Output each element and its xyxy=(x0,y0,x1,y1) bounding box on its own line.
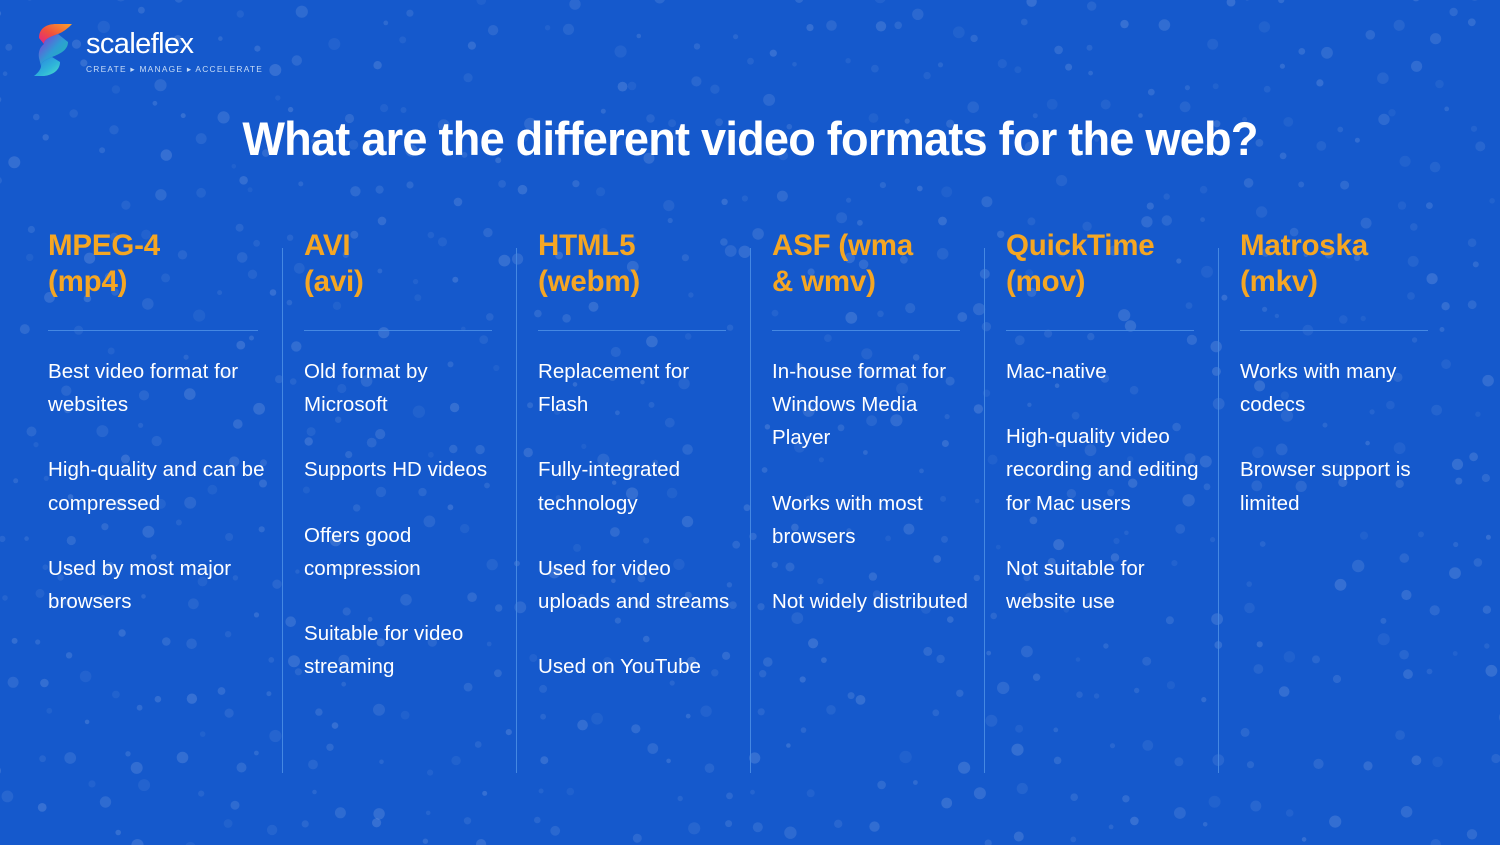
logo-wordmark: scaleflex xyxy=(86,28,194,61)
header-divider xyxy=(304,330,492,331)
format-fact: Offers good compression xyxy=(304,523,421,580)
scaleflex-logo[interactable]: scaleflex CREATE ▸ MANAGE ▸ ACCELERATE xyxy=(32,22,263,78)
format-column: HTML5 (webm) Replacement for Flash Fully-in… xyxy=(516,228,750,774)
format-column: MPEG-4 (mp4) Best video format for website… xyxy=(48,228,282,683)
format-column-header: Matroska (mkv) xyxy=(1240,228,1436,328)
format-extension: (avi) xyxy=(304,264,364,298)
format-column: QuickTime (mov) Mac-native High-quality vid… xyxy=(984,228,1218,774)
format-fact: Fully-integrated technology xyxy=(538,458,681,515)
format-column-header: ASF (wma & wmv) xyxy=(772,228,968,328)
scaleflex-s-mark-icon xyxy=(34,24,72,76)
format-name: MPEG-4 xyxy=(48,229,160,262)
format-fact: Used by most major browsers xyxy=(48,556,232,614)
format-fact-list: Mac-native High-quality video recording a… xyxy=(1006,355,1202,618)
infographic-slide: scaleflex CREATE ▸ MANAGE ▸ ACCELERATE W… xyxy=(0,0,1500,845)
format-name: Matroska xyxy=(1240,229,1368,262)
header-divider xyxy=(48,330,258,331)
format-fact: High-quality video recording and editing… xyxy=(1006,425,1199,515)
header-divider xyxy=(538,330,726,331)
format-fact: Works with many codecs xyxy=(1240,360,1397,417)
format-extension: (webm) xyxy=(538,264,641,298)
logo-tagline: CREATE ▸ MANAGE ▸ ACCELERATE xyxy=(86,64,264,75)
format-fact: Used for video uploads and streams xyxy=(538,556,730,614)
format-column-header: QuickTime (mov) xyxy=(1006,228,1202,328)
format-extension: & wmv) xyxy=(772,264,876,298)
format-fact: Best video format for websites xyxy=(48,360,239,417)
format-fact-list: In-house format for Windows Media Player… xyxy=(772,355,968,618)
format-fact: Browser support is limited xyxy=(1240,458,1411,515)
format-fact-list: Old format by Microsoft Supports HD video… xyxy=(304,355,500,683)
format-column: Matroska (mkv) Works with many codecs Brows… xyxy=(1218,228,1452,774)
format-name: AVI xyxy=(304,229,351,262)
format-extension: (mov) xyxy=(1006,264,1086,298)
format-extension: (mp4) xyxy=(48,264,128,298)
logo-text: scaleflex CREATE ▸ MANAGE ▸ ACCELERATE xyxy=(86,26,264,75)
format-column-header: AVI (avi) xyxy=(304,228,500,328)
format-column: AVI (avi) Old format by Microsoft Supports … xyxy=(282,228,516,774)
format-fact: Old format by Microsoft xyxy=(304,360,428,417)
format-name: QuickTime xyxy=(1006,229,1155,262)
format-name: HTML5 xyxy=(538,229,636,262)
format-fact: Used on YouTube xyxy=(538,655,701,679)
format-column-header: HTML5 (webm) xyxy=(538,228,734,328)
header-divider xyxy=(1240,330,1428,331)
format-fact: In-house format for Windows Media Player xyxy=(772,360,947,450)
format-fact-list: Replacement for Flash Fully-integrated te… xyxy=(538,355,734,683)
format-fact: Suitable for video streaming xyxy=(304,622,464,679)
format-fact: High-quality and can be compressed xyxy=(48,458,265,515)
format-name: ASF (wma xyxy=(772,229,914,262)
format-fact-list: Works with many codecs Browser support is… xyxy=(1240,355,1436,520)
format-fact: Replacement for Flash xyxy=(538,360,690,417)
format-column-header: MPEG-4 (mp4) xyxy=(48,228,266,328)
page-title: What are the different video formats for… xyxy=(242,112,1258,165)
format-fact: Mac-native xyxy=(1006,360,1107,383)
format-fact: Supports HD videos xyxy=(304,458,488,482)
video-formats-table: MPEG-4 (mp4) Best video format for website… xyxy=(48,228,1452,774)
format-fact-list: Best video format for websites High-quali… xyxy=(48,355,266,618)
format-fact: Not suitable for website use xyxy=(1006,556,1145,614)
header-divider xyxy=(1006,330,1194,331)
format-fact: Works with most browsers xyxy=(772,491,923,548)
format-extension: (mkv) xyxy=(1240,264,1318,298)
header-divider xyxy=(772,330,960,331)
format-fact: Not widely distributed xyxy=(772,590,968,614)
format-column: ASF (wma & wmv) In-house format for Window… xyxy=(750,228,984,774)
